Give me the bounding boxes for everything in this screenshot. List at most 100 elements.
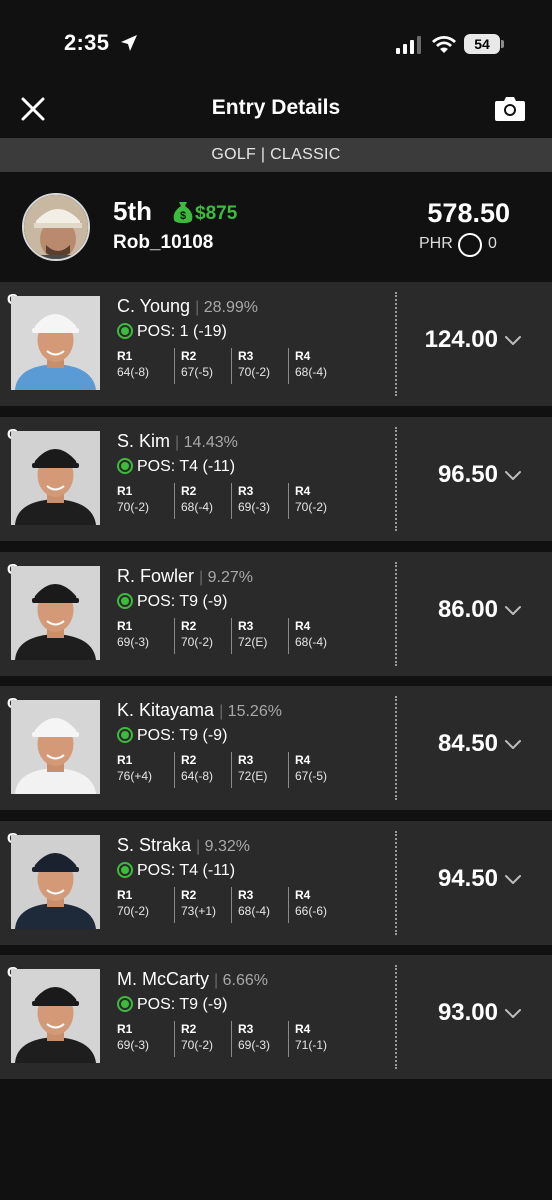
ownership-percent: 6.66% <box>222 972 268 989</box>
fantasy-points: 96.50 <box>437 461 498 488</box>
round-score-cell: R2 73(+1) <box>174 887 231 923</box>
round-score: 70(-2) <box>181 635 214 649</box>
round-score-cell: R3 72(E) <box>231 618 288 654</box>
fantasy-points: 84.50 <box>437 730 498 757</box>
player-name[interactable]: S. Straka <box>117 835 191 855</box>
chevron-down-icon[interactable] <box>504 604 522 616</box>
player-name[interactable]: M. McCarty <box>117 969 209 989</box>
chevron-down-icon[interactable] <box>504 334 522 346</box>
round-label: R3 <box>238 484 254 498</box>
round-label: R1 <box>117 619 133 633</box>
fantasy-points: 86.00 <box>437 596 498 623</box>
player-headshot <box>11 296 100 390</box>
round-label: R2 <box>181 1022 197 1036</box>
wifi-icon <box>432 36 456 53</box>
avatar[interactable] <box>22 193 90 261</box>
round-label: R2 <box>181 619 197 633</box>
divider <box>395 562 397 666</box>
position-text: POS: T4 (-11) <box>137 458 236 475</box>
round-label: R1 <box>117 753 133 767</box>
round-score-cell: R2 70(-2) <box>174 1021 231 1057</box>
round-score-cell: R3 68(-4) <box>231 887 288 923</box>
player-name-line: S. Straka | 9.32% <box>117 835 250 856</box>
phr-value: 0 <box>488 235 497 252</box>
round-score: 70(-2) <box>181 1038 214 1052</box>
round-score: 66(-6) <box>295 904 328 918</box>
round-label: R3 <box>238 619 254 633</box>
player-card[interactable]: G M. McCarty | 6.66% POS: T9 (-9) <box>0 955 552 1079</box>
round-scores: R1 70(-2) R2 73(+1) R3 68(-4) R4 66(-6) <box>117 887 347 923</box>
round-score: 73(+1) <box>181 904 217 918</box>
player-headshot <box>11 835 100 929</box>
svg-text:$: $ <box>180 210 186 222</box>
round-score-cell: R2 67(-5) <box>174 348 231 384</box>
chevron-down-icon[interactable] <box>504 873 522 885</box>
player-card[interactable]: G C. Young | 28.99% POS: 1 (-19) <box>0 282 552 406</box>
tournament-position: POS: T9 (-9) <box>117 996 227 1014</box>
separator: | <box>195 299 204 316</box>
round-score: 64(-8) <box>181 769 214 783</box>
round-score: 76(+4) <box>117 769 153 783</box>
round-score: 72(E) <box>238 635 268 649</box>
round-score-cell: R3 69(-3) <box>231 1021 288 1057</box>
round-score: 69(-3) <box>238 1038 271 1052</box>
round-score: 64(-8) <box>117 365 150 379</box>
camera-icon[interactable] <box>494 94 526 122</box>
username: Rob_10108 <box>113 232 214 253</box>
money-bag-icon: $ <box>173 202 193 223</box>
page-title: Entry Details <box>211 96 341 119</box>
round-label: R3 <box>238 349 254 363</box>
round-scores: R1 70(-2) R2 68(-4) R3 69(-3) R4 70(-2) <box>117 483 347 519</box>
round-score-cell: R1 76(+4) <box>117 752 174 788</box>
chevron-down-icon[interactable] <box>504 469 522 481</box>
round-label: R1 <box>117 888 133 902</box>
round-label: R4 <box>295 1022 311 1036</box>
round-label: R2 <box>181 888 197 902</box>
round-score: 68(-4) <box>295 365 328 379</box>
round-score-cell: R1 69(-3) <box>117 618 174 654</box>
tournament-position: POS: T4 (-11) <box>117 862 235 880</box>
round-score-cell: R1 70(-2) <box>117 887 174 923</box>
player-card[interactable]: G K. Kitayama | 15.26% POS: T9 (-9) <box>0 686 552 810</box>
round-score-cell: R3 72(E) <box>231 752 288 788</box>
battery-icon: 54 <box>464 34 504 54</box>
player-name[interactable]: C. Young <box>117 296 190 316</box>
player-card[interactable]: G S. Kim | 14.43% POS: T4 (-11) <box>0 417 552 541</box>
cellular-signal-icon <box>396 36 421 54</box>
player-card[interactable]: G R. Fowler | 9.27% POS: T9 (-9) <box>0 552 552 676</box>
round-score-cell: R4 68(-4) <box>288 348 345 384</box>
round-label: R3 <box>238 888 254 902</box>
chevron-down-icon[interactable] <box>504 1007 522 1019</box>
divider <box>395 427 397 531</box>
ownership-percent: 9.32% <box>204 838 251 855</box>
round-score-cell: R2 70(-2) <box>174 618 231 654</box>
round-score-cell: R4 70(-2) <box>288 483 345 519</box>
round-score-cell: R1 64(-8) <box>117 348 174 384</box>
separator: | <box>199 569 208 586</box>
chevron-down-icon[interactable] <box>504 738 522 750</box>
winnings-amount: $875 <box>195 203 238 224</box>
player-name[interactable]: K. Kitayama <box>117 700 214 720</box>
entry-summary: 5th $ $875 Rob_10108 578.50 PHR 0 <box>0 172 552 280</box>
round-score-cell: R4 68(-4) <box>288 618 345 654</box>
round-label: R4 <box>295 888 311 902</box>
separator: | <box>214 972 223 989</box>
player-name-line: M. McCarty | 6.66% <box>117 969 268 990</box>
round-scores: R1 69(-3) R2 70(-2) R3 69(-3) R4 71(-1) <box>117 1021 347 1057</box>
tournament-position: POS: 1 (-19) <box>117 323 227 341</box>
round-score: 69(-3) <box>117 635 150 649</box>
round-score-cell: R4 66(-6) <box>288 887 345 923</box>
fantasy-points: 93.00 <box>437 999 498 1026</box>
phr-clock-icon <box>458 233 482 257</box>
divider <box>395 696 397 800</box>
round-score: 71(-1) <box>295 1038 328 1052</box>
player-name[interactable]: S. Kim <box>117 431 170 451</box>
round-score: 70(-2) <box>295 500 328 514</box>
player-name[interactable]: R. Fowler <box>117 566 194 586</box>
player-card[interactable]: G S. Straka | 9.32% POS: T4 (-11) <box>0 821 552 945</box>
player-headshot <box>11 566 100 660</box>
total-points: 578.50 <box>427 198 510 228</box>
round-score-cell: R4 71(-1) <box>288 1021 345 1057</box>
round-label: R1 <box>117 349 133 363</box>
contest-type-bar: GOLF | CLASSIC <box>0 138 552 172</box>
